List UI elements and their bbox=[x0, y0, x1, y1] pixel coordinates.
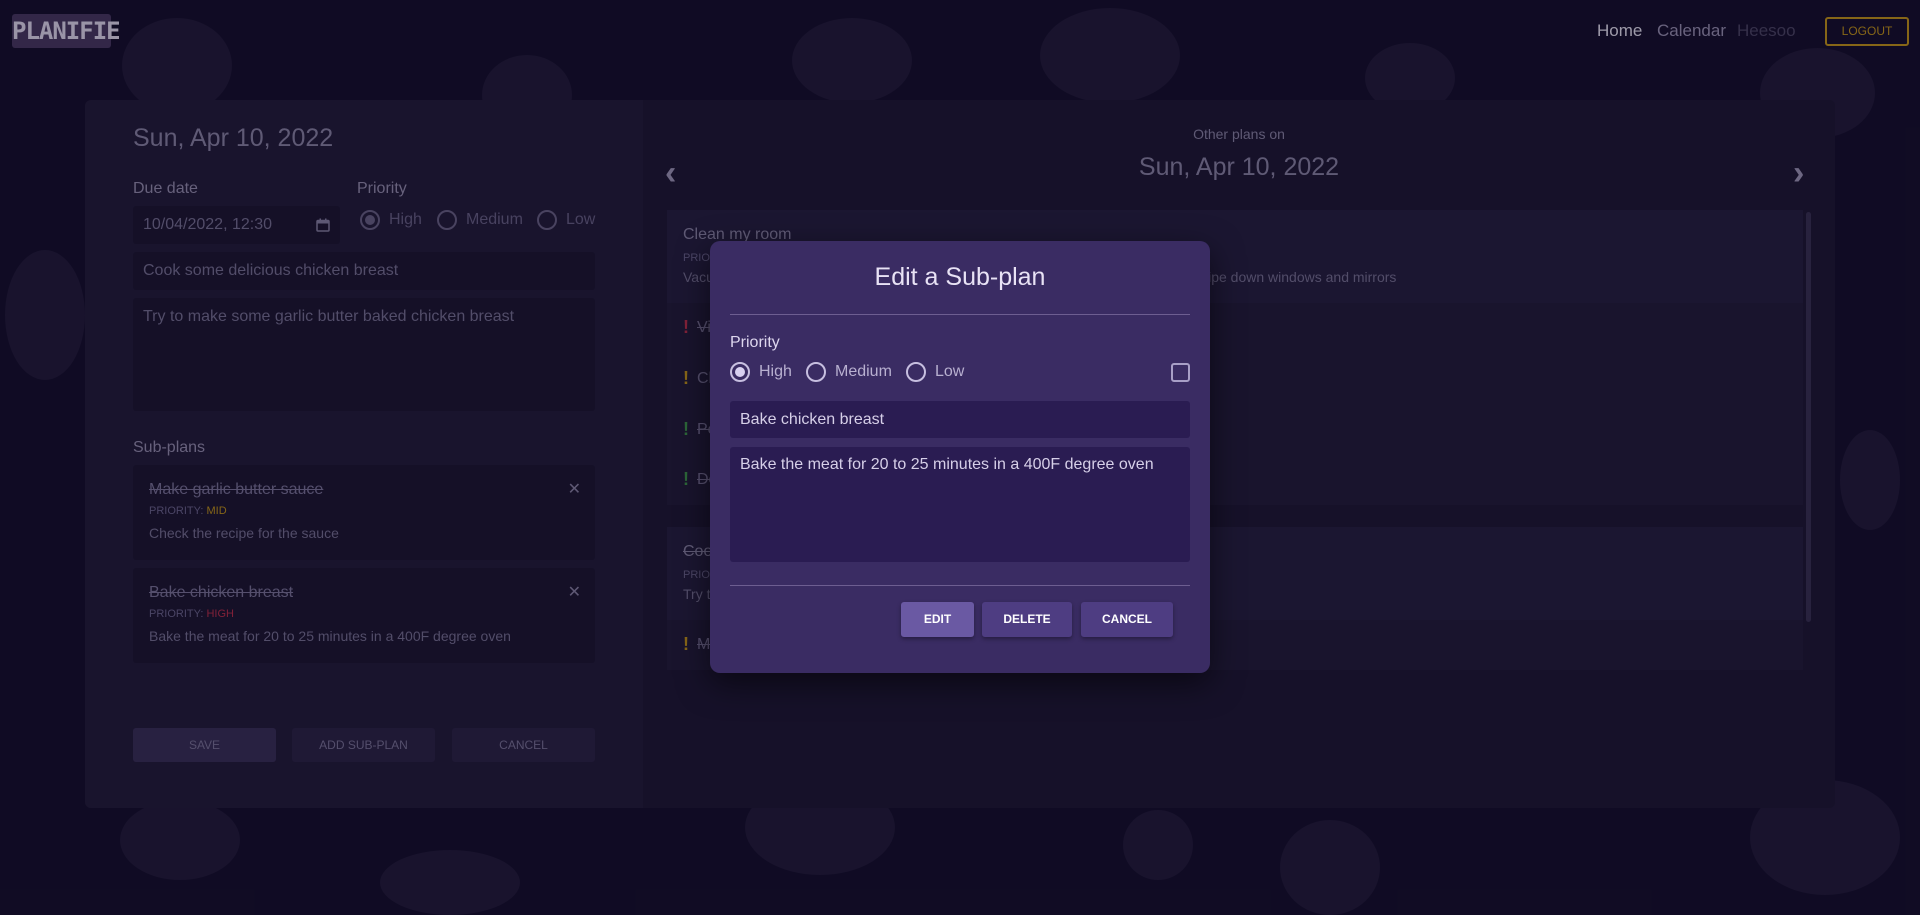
modal-priority-medium-label: Medium bbox=[835, 363, 892, 380]
radio-icon bbox=[906, 362, 926, 382]
modal-priority-low-label: Low bbox=[935, 363, 965, 380]
modal-description-textarea[interactable]: Bake the meat for 20 to 25 minutes in a … bbox=[730, 447, 1190, 562]
radio-checked-icon bbox=[730, 362, 750, 382]
modal-title-value: Bake chicken breast bbox=[740, 411, 885, 428]
modal-description-value: Bake the meat for 20 to 25 minutes in a … bbox=[740, 456, 1154, 473]
completed-checkbox[interactable] bbox=[1171, 363, 1190, 382]
modal-priority-medium-radio[interactable]: Medium bbox=[806, 362, 892, 382]
edit-button[interactable]: EDIT bbox=[901, 602, 974, 637]
modal-priority-low-radio[interactable]: Low bbox=[906, 362, 964, 382]
modal-cancel-button[interactable]: CANCEL bbox=[1081, 602, 1173, 637]
divider bbox=[730, 585, 1190, 586]
radio-icon bbox=[806, 362, 826, 382]
modal-priority-high-label: High bbox=[759, 363, 792, 380]
delete-button[interactable]: DELETE bbox=[982, 602, 1072, 637]
modal-title-input[interactable]: Bake chicken breast bbox=[730, 401, 1190, 438]
modal-title: Edit a Sub-plan bbox=[874, 263, 1046, 291]
divider bbox=[730, 314, 1190, 315]
edit-subplan-modal: Edit a Sub-plan Priority High Medium Low… bbox=[710, 241, 1210, 673]
modal-priority-high-radio[interactable]: High bbox=[730, 362, 792, 382]
modal-priority-label: Priority bbox=[730, 334, 780, 351]
